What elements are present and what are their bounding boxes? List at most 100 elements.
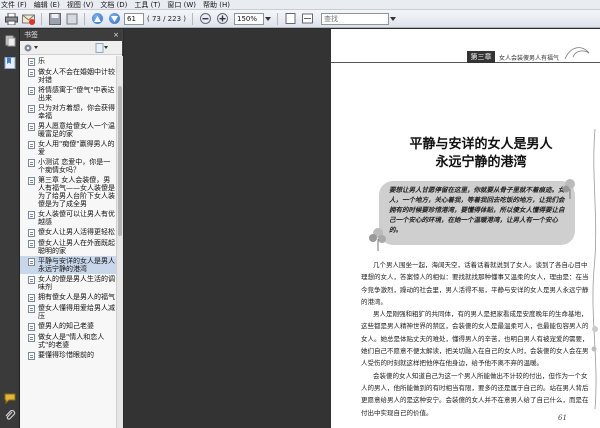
bookmark-page-icon — [28, 123, 35, 131]
bookmark-page-icon — [28, 159, 35, 167]
bookmark-label: 将情感寓于"傻气"中表达出来 — [38, 86, 115, 102]
menu-edit[interactable]: 编辑 (E) — [34, 0, 60, 10]
bookmark-label: 只为对方着想，你会获得幸福 — [38, 104, 115, 120]
comments-icon[interactable] — [4, 392, 16, 404]
bookmark-label: 男人愿意给傻女人一个温暖富足的家 — [38, 122, 115, 138]
bookmark-item[interactable]: 女人用"痴傻"赢得男人的爱 — [20, 139, 116, 157]
chapter-rule — [331, 62, 600, 63]
options-gear-icon[interactable] — [23, 43, 39, 53]
bookmark-label: 要懂得珍惜眼前的 — [38, 351, 94, 359]
zoom-out-button[interactable] — [198, 12, 213, 26]
article-title-line2: 永远宁静的港湾 — [435, 155, 527, 170]
bookmark-item[interactable]: 拥有傻女人是男人的福气 — [20, 292, 116, 303]
bookmark-list: 乐做女人不会在婚姻中计较对错 将情感寓于"傻气"中表达出来 只为对方着想，你会获得幸… — [20, 56, 116, 428]
bookmark-label: 平静与安详的女人是男人永远宁静的港湾 — [38, 257, 115, 273]
zoom-out-icon — [200, 13, 211, 24]
page-number-input[interactable] — [124, 12, 144, 25]
bookmark-item[interactable]: 做女人不会在婚姻中计较对错 — [20, 67, 116, 85]
bookmark-page-icon — [28, 87, 35, 95]
flower-ornament-icon — [562, 179, 575, 199]
pdf-page: 第三章 女人会装傻男人有福气 平静与安详的女人是男人 永远宁静的港湾 要想让男人… — [331, 29, 600, 428]
fit-page-button[interactable] — [283, 12, 298, 26]
bookmark-item[interactable]: 傻女人让男人在外面既起聪明的家 — [20, 238, 116, 256]
bookmark-label: 第三章 女人会装傻，男人有福气——女人装傻是为了给男人台阶下女人装傻是为了成全男 — [38, 176, 115, 208]
bookmarks-icon[interactable] — [4, 57, 16, 69]
bookmark-item[interactable]: 小测试 恋爱中，你是一个痴情女吗？ — [20, 157, 116, 175]
bookmark-item[interactable]: 将情感寓于"傻气"中表达出来 — [20, 85, 116, 103]
bookmark-item[interactable]: 女人装傻可以让男人有优越感 — [20, 209, 116, 227]
navigation-pane-strip — [0, 29, 20, 428]
bookmark-page-icon — [28, 352, 35, 360]
attachments-icon[interactable] — [4, 410, 16, 422]
menu-tools[interactable]: 工具 (T) — [134, 0, 160, 10]
close-panel-button[interactable]: × — [113, 29, 119, 41]
bookmark-page-icon — [28, 141, 35, 149]
bookmarks-toolbar — [20, 41, 122, 55]
zoom-dropdown-button[interactable] — [264, 12, 272, 26]
bookmark-page-icon — [28, 229, 35, 237]
bookmark-item[interactable]: 乐 — [20, 56, 116, 67]
bookmark-item[interactable]: 做女人是"情人和恋人式"的老婆 — [20, 332, 116, 350]
new-bookmark-icon[interactable] — [95, 42, 109, 53]
zoom-select[interactable] — [234, 12, 264, 25]
bookmark-label: 乐 — [38, 57, 45, 65]
bookmarks-panel: 书签 × 乐做女人不会在婚姻中计较对错 将情感寓于"傻气"中表达出来 只为对方着想，… — [20, 29, 123, 428]
search-dropdown-button[interactable] — [389, 12, 397, 26]
fit-width-button[interactable] — [300, 12, 315, 26]
email-button[interactable] — [21, 12, 36, 26]
prev-page-button[interactable] — [90, 12, 105, 26]
quote-box: 要想让男人甘愿停留在这里，你就要从骨子里就不着痕迹。女人，一个地方，关心着我，等… — [379, 181, 575, 245]
article-title-line1: 平静与安详的女人是男人 — [409, 137, 553, 152]
bookmark-item[interactable]: 傻女人让男人活得更轻松 — [20, 227, 116, 238]
paragraph: 会装傻的女人知道自己为这一个男人所能做出不计较的付出，但作为一个女人的男人，他所… — [361, 371, 589, 417]
bookmarks-scrollbar[interactable] — [116, 56, 123, 428]
printer-icon — [5, 12, 18, 25]
menu-window[interactable]: 窗口 (W) — [167, 0, 196, 10]
next-page-button[interactable] — [107, 12, 122, 26]
bookmark-item[interactable]: 傻男人的知己老婆 — [20, 321, 116, 332]
bookmark-label: 傻女人让男人在外面既起聪明的家 — [38, 239, 115, 255]
bookmark-label: 女人的傻是男人生活的调味剂 — [38, 275, 115, 291]
page-total-label: ( 73 / 223 ) — [147, 14, 186, 23]
scrollbar-thumb[interactable] — [118, 86, 122, 236]
hand-tool-button[interactable] — [64, 12, 79, 26]
paragraph: 男人是刚强和粗犷的共同体，有的男人是把家看成是安度晚年的生命基地，这些都是男人精… — [361, 310, 589, 368]
search-input[interactable] — [321, 12, 389, 25]
bookmarks-header: 书签 × — [20, 29, 122, 41]
flower-ornament-icon — [369, 228, 386, 251]
print-button[interactable] — [4, 12, 19, 26]
bookmark-item[interactable]: 傻女人懂得用爱给男人减压 — [20, 303, 116, 321]
fit-page-icon — [285, 13, 296, 24]
arrow-down-icon — [109, 13, 120, 24]
menu-help[interactable]: 帮助 (H) — [203, 0, 230, 10]
bookmark-item[interactable]: 男人愿意给傻女人一个温暖富足的家 — [20, 121, 116, 139]
menu-view[interactable]: 视图 (V) — [67, 0, 93, 10]
bookmark-label: 傻男人的知己老婆 — [38, 322, 94, 330]
fit-width-icon — [302, 13, 313, 24]
save-button[interactable] — [47, 12, 62, 26]
bookmark-label: 做女人是"情人和恋人式"的老婆 — [38, 333, 105, 349]
bookmark-item[interactable]: 平静与安详的女人是男人永远宁静的港湾 — [20, 256, 116, 274]
menu-document[interactable]: 文档 (D) — [100, 0, 127, 10]
bookmark-item[interactable]: 第三章 女人会装傻，男人有福气——女人装傻是为了给男人台阶下女人装傻是为了成全男 — [20, 175, 116, 209]
bookmark-item[interactable]: 要懂得珍惜眼前的 — [20, 350, 116, 361]
menu-file[interactable]: 文件 (F) — [1, 0, 27, 10]
bookmark-page-icon — [28, 334, 35, 342]
document-viewport: 第三章 女人会装傻男人有福气 平静与安详的女人是男人 永远宁静的港湾 要想让男人… — [124, 29, 600, 428]
chapter-subtitle: 女人会装傻男人有福气 — [499, 55, 560, 62]
bookmark-item[interactable]: 只为对方着想，你会获得幸福 — [20, 103, 116, 121]
page-up-icon — [66, 13, 77, 24]
toolbar-separator — [277, 12, 278, 25]
bookmark-item[interactable]: 女人的傻是男人生活的调味剂 — [20, 274, 116, 292]
bookmark-label: 做女人不会在婚姻中计较对错 — [38, 68, 115, 84]
chevron-down-icon — [265, 16, 271, 21]
bookmark-page-icon — [28, 305, 35, 313]
menu-bar: 文件 (F) 编辑 (E) 视图 (V) 文档 (D) 工具 (T) 窗口 (W… — [0, 0, 600, 10]
toolbar-separator — [84, 12, 85, 25]
pages-icon[interactable] — [4, 35, 16, 47]
zoom-in-button[interactable] — [215, 12, 230, 26]
mail-icon — [22, 14, 35, 25]
bookmark-label: 女人用"痴傻"赢得男人的爱 — [38, 140, 115, 156]
bookmark-page-icon — [28, 69, 35, 77]
bookmark-page-icon — [28, 258, 35, 266]
